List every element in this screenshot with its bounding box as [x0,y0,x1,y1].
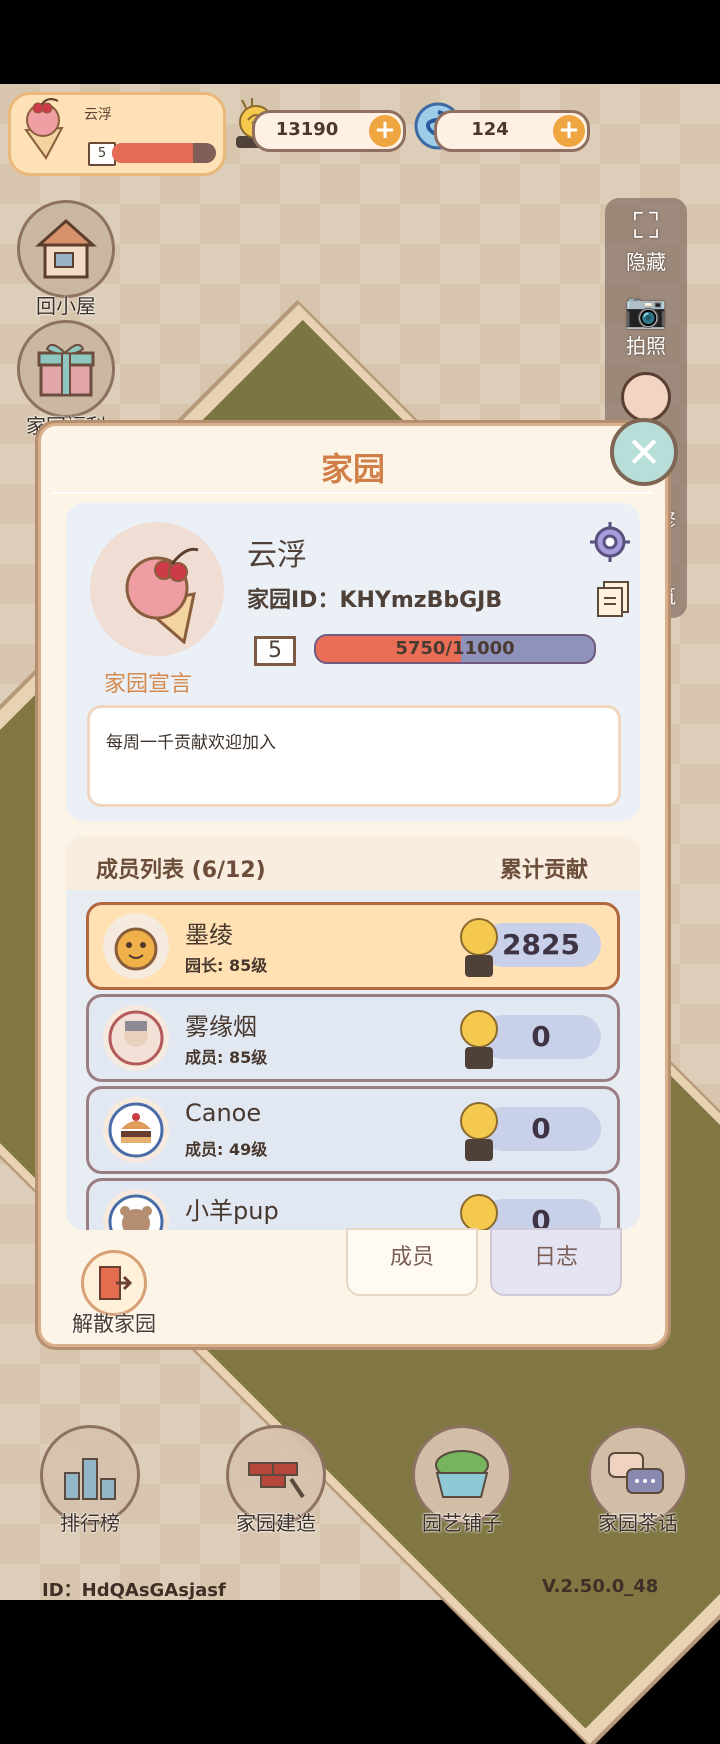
ranking-button[interactable]: 排行榜 [40,1425,140,1536]
frame-icon: ⛶ [633,206,659,247]
hide-ui-button[interactable]: ⛶ 隐藏 [610,208,682,275]
gift-box-icon [17,320,115,418]
garden-chat-button[interactable]: 家园茶话 [588,1425,688,1536]
member-list-title: 成员列表 (6/12) [96,858,266,883]
member-role: 成员: 85级 [185,1048,268,1067]
gardening-shop-label: 园艺铺子 [422,1511,502,1535]
title-divider [53,492,653,494]
member-name: 雾缘烟 [185,1013,257,1041]
tab-members[interactable]: 成员 [346,1228,478,1296]
settings-gear-icon[interactable] [590,522,630,562]
pumpkin-avatar-icon [103,913,169,979]
add-gem-currency-button[interactable]: + [553,115,585,147]
snail-currency-amount: 13190 [275,119,339,140]
copy-icon[interactable] [596,578,634,618]
snail-icon [453,1093,505,1167]
house-icon [17,200,115,298]
add-snail-currency-button[interactable]: + [369,115,401,147]
garden-level-badge: 5 [248,618,302,666]
member-name: Canoe [185,1099,262,1127]
take-photo-label: 拍照 [626,334,666,358]
garden-id: 家园ID：KHYmzBbGJB [247,588,503,613]
garden-welfare-button[interactable]: 家园福利 [16,320,116,439]
snail-currency: 13190 + [252,110,406,152]
member-role: 成员: 49级 [185,1140,268,1159]
member-row[interactable]: Canoe 成员: 49级 0 [86,1086,620,1174]
ice-cream-icon [125,547,199,644]
snail-icon [453,1001,505,1075]
garden-exp-text: 5750/11000 [395,638,515,659]
ranking-label: 排行榜 [60,1511,120,1535]
player-id: ID：HdQAsGAsjasf [42,1580,226,1601]
snail-icon [453,1185,505,1230]
profile-name: 云浮 [84,107,112,123]
gem-currency-amount: 124 [471,119,509,140]
burger-avatar-icon [103,1097,169,1163]
gardening-shop-button[interactable]: 园艺铺子 [412,1425,512,1536]
garden-level-value: 5 [254,636,296,666]
snail-icon [453,909,505,983]
member-row[interactable]: 雾缘烟 成员: 85级 0 [86,994,620,1082]
close-icon: ✕ [626,427,662,477]
close-button[interactable]: ✕ [610,418,678,486]
exit-door-icon [81,1250,147,1316]
tab-log[interactable]: 日志 [490,1228,622,1296]
member-row[interactable]: 小羊pup 0 [86,1178,620,1230]
ice-cream-icon [18,98,80,162]
garden-avatar [90,522,224,656]
return-house-label: 回小屋 [36,294,96,318]
garden-build-label: 家园建造 [236,1511,316,1535]
disband-garden-button[interactable]: 解散家园 [62,1250,166,1338]
manifesto-box: 每周一千贡献欢迎加入 [87,705,621,807]
garden-chat-label: 家园茶话 [598,1511,678,1535]
character-avatar-icon [103,1005,169,1071]
return-house-button[interactable]: 回小屋 [16,200,116,319]
bear-avatar-icon [103,1189,169,1230]
hide-ui-label: 隐藏 [626,250,666,274]
contribution-header: 累计贡献 [499,858,588,883]
modal-title: 家园 [320,450,385,488]
member-list-card: 成员列表 (6/12) 累计贡献 墨绫 园长: 85级 2825 雾缘烟 成员:… [66,836,640,1230]
garden-name: 云浮 [247,538,307,573]
profile-progress-bar [112,143,216,163]
member-list-header: 成员列表 (6/12) 累计贡献 [66,836,640,890]
manifesto-text: 每周一千贡献欢迎加入 [106,733,276,753]
member-name: 小羊pup [185,1197,279,1225]
gem-currency: 124 + [434,110,590,152]
avatar-icon [621,372,671,422]
member-row[interactable]: 墨绫 园长: 85级 2825 [86,902,620,990]
manifesto-label: 家园宣言 [104,672,193,697]
version-text: V.2.50.0_48 [542,1576,659,1597]
garden-exp-bar: 5750/11000 [314,634,596,664]
take-photo-button[interactable]: 📷 拍照 [610,292,682,359]
garden-build-button[interactable]: 家园建造 [226,1425,326,1536]
disband-garden-label: 解散家园 [72,1312,156,1336]
member-name: 墨绫 [185,921,233,949]
camera-icon: 📷 [624,291,668,331]
member-role: 园长: 85级 [185,956,268,975]
